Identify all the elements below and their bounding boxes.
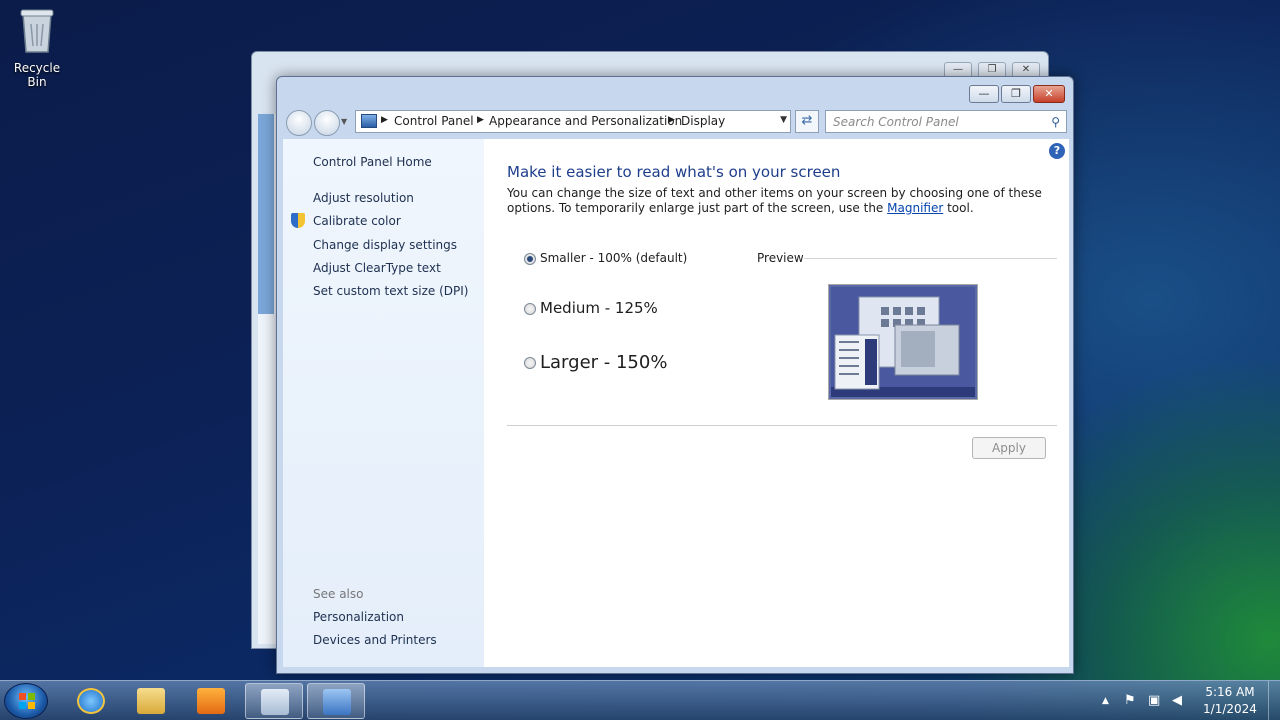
change-display-settings-link[interactable]: Change display settings [313,238,457,252]
shield-icon [291,213,305,228]
network-icon[interactable]: ▣ [1148,693,1160,708]
content-divider [507,425,1057,426]
preview-divider [804,258,1057,259]
breadcrumb-display[interactable]: Display [681,114,725,128]
preview-image [828,284,978,400]
windows-logo-icon [19,693,35,709]
main-content: ? Make it easier to read what's on your … [484,139,1069,667]
option-smaller[interactable]: Smaller - 100% (default) [524,251,687,265]
radio-smaller[interactable] [524,252,536,265]
back-button[interactable] [286,110,312,136]
refresh-button[interactable]: ⇄ [795,110,819,133]
forward-button[interactable] [314,110,340,136]
taskbar-notepad[interactable] [245,683,303,719]
taskbar-control-panel[interactable] [307,683,365,719]
taskbar: ▲ ⚑ ▣ ◀ 5:16 AM 1/1/2024 [0,680,1280,720]
apply-button[interactable]: Apply [972,437,1046,459]
breadcrumb-arrow-icon[interactable]: ▶ [477,115,484,125]
title-bar[interactable]: — ❐ ✕ [277,77,1073,107]
notepad-icon [261,689,289,715]
taskbar-windows-explorer[interactable] [122,683,180,719]
media-player-icon [197,688,225,714]
close-button[interactable]: ✕ [1033,85,1065,103]
breadcrumb-control-panel[interactable]: Control Panel [394,114,474,128]
left-task-pane: Control Panel Home Adjust resolution Cal… [283,139,484,667]
description-text-end: tool. [943,201,974,215]
close-icon: ✕ [1044,87,1054,100]
calibrate-color-link[interactable]: Calibrate color [313,214,401,228]
see-also-label: See also [313,587,364,601]
devices-and-printers-link[interactable]: Devices and Printers [313,633,437,647]
adjust-cleartype-link[interactable]: Adjust ClearType text [313,261,441,275]
show-desktop-button[interactable] [1268,681,1280,720]
maximize-icon: ❐ [1011,87,1021,100]
folder-icon [137,688,165,714]
search-placeholder: Search Control Panel [833,115,959,129]
control-panel-icon [361,114,377,128]
radio-larger[interactable] [524,357,536,369]
page-title: Make it easier to read what's on your sc… [507,163,841,181]
help-icon[interactable]: ? [1049,143,1065,159]
personalization-link[interactable]: Personalization [313,610,404,624]
minimize-button[interactable]: — [969,85,999,103]
volume-muted-icon[interactable]: ◀ [1172,693,1182,708]
custom-text-size-link[interactable]: Set custom text size (DPI) [313,284,468,298]
control-panel-icon [323,689,351,715]
internet-explorer-icon [77,688,105,714]
show-hidden-icons-icon[interactable]: ▲ [1102,696,1109,706]
recycle-bin-icon [20,9,54,53]
clock-time[interactable]: 5:16 AM [1200,685,1260,699]
breadcrumb-appearance[interactable]: Appearance and Personalization [489,114,682,128]
window-right-border [1069,139,1073,667]
recent-pages-chevron-icon[interactable]: ▼ [341,117,347,126]
breadcrumb-arrow-icon[interactable]: ▶ [381,115,388,125]
recycle-bin-desktop-icon[interactable]: Recycle Bin [4,6,70,89]
background-window-strip [258,114,274,314]
preview-desktop-icon [831,287,975,397]
option-larger[interactable]: Larger - 150% [524,352,667,373]
taskbar-internet-explorer[interactable] [62,683,120,719]
start-button[interactable] [4,683,48,719]
breadcrumb-arrow-icon[interactable]: ▶ [668,115,675,125]
magnifier-link[interactable]: Magnifier [887,201,943,215]
minimize-icon: — [978,87,990,100]
page-description: You can change the size of text and othe… [507,186,1052,216]
control-panel-home-link[interactable]: Control Panel Home [313,155,432,169]
recycle-bin-label: Recycle Bin [13,61,61,89]
system-tray: ▲ ⚑ ▣ ◀ 5:16 AM 1/1/2024 [1096,681,1276,720]
option-medium[interactable]: Medium - 125% [524,299,658,317]
radio-medium[interactable] [524,302,536,315]
maximize-button[interactable]: ❐ [1001,85,1031,103]
clock-date[interactable]: 1/1/2024 [1200,702,1260,716]
action-center-flag-icon[interactable]: ⚑ [1124,693,1136,708]
option-medium-label: Medium - 125% [540,299,658,317]
adjust-resolution-link[interactable]: Adjust resolution [313,191,414,205]
search-input[interactable]: Search Control Panel ⚲ [825,110,1067,133]
address-bar[interactable]: ▶ Control Panel ▶ Appearance and Persona… [355,110,791,133]
option-larger-label: Larger - 150% [540,352,668,373]
preview-label: Preview [757,251,804,265]
navigation-bar: ▼ ▶ Control Panel ▶ Appearance and Perso… [283,107,1069,137]
taskbar-media-player[interactable] [182,683,240,719]
refresh-icon: ⇄ [801,113,813,128]
search-icon[interactable]: ⚲ [1051,115,1060,129]
address-dropdown-icon[interactable]: ▼ [780,115,787,125]
display-window: — ❐ ✕ ▼ ▶ Control Panel ▶ Appearance and… [276,76,1074,674]
option-smaller-label: Smaller - 100% (default) [540,251,688,265]
